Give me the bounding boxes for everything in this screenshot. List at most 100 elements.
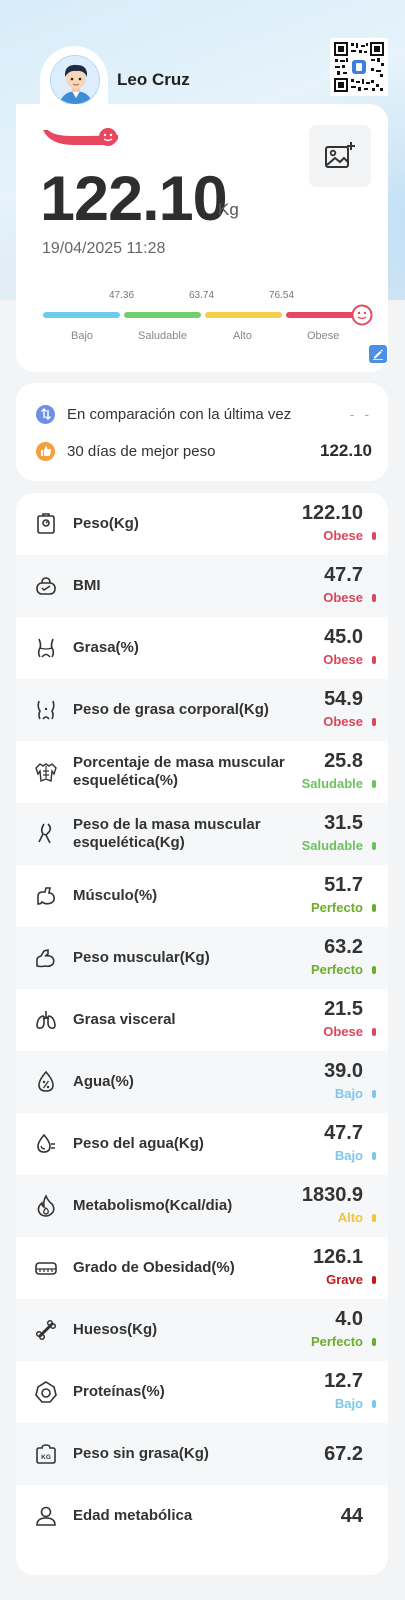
metric-label: Grado de Obesidad(%): [73, 1259, 235, 1276]
qr-code[interactable]: [330, 38, 388, 96]
metric-status: Bajo: [334, 1086, 363, 1101]
metric-row[interactable]: Peso muscular(Kg) 63.2 Perfecto: [16, 927, 388, 989]
metric-row[interactable]: BMI 47.7 Obese: [16, 555, 388, 617]
metric-row[interactable]: Peso del agua(Kg) 47.7 Bajo: [16, 1113, 388, 1175]
metric-status-dot: [372, 1338, 376, 1346]
metric-label: Peso de la masa muscular esquelética(Kg): [73, 816, 261, 851]
metric-status: Perfecto: [310, 962, 363, 977]
metric-label: Grasa(%): [73, 639, 139, 656]
metric-label: Huesos(Kg): [73, 1321, 158, 1338]
metric-row[interactable]: KG Peso sin grasa(Kg) 67.2: [16, 1423, 388, 1485]
metrics-list: Peso(Kg) 122.10 Obese BMI 47.7 Obese Grasa(%) 4…: [16, 493, 388, 1575]
scale-threshold-3: 76.54: [269, 290, 295, 301]
scale-segment-healthy: [124, 312, 201, 318]
compare-arrows-icon: [36, 404, 55, 424]
metric-value: 45.0: [324, 626, 363, 648]
kg-weight-icon: KG: [36, 1444, 56, 1464]
metric-row[interactable]: Peso de la masa muscular esquelética(Kg)…: [16, 803, 388, 865]
user-avatar-icon: [51, 56, 99, 104]
metric-row[interactable]: Metabolismo(Kcal/dia) 1830.9 Alto: [16, 1175, 388, 1237]
metric-status-dot: [372, 1400, 376, 1408]
metric-value: 25.8: [324, 750, 363, 772]
metric-label: Metabolismo(Kcal/dia): [73, 1197, 233, 1214]
metric-value: 39.0: [324, 1060, 363, 1082]
metric-status-dot: [372, 718, 376, 726]
metric-status-dot: [372, 966, 376, 974]
metric-status-dot: [372, 1028, 376, 1036]
metric-value: 44: [340, 1505, 363, 1527]
metric-row[interactable]: Proteínas(%) 12.7 Bajo: [16, 1361, 388, 1423]
metric-status: Saludable: [301, 838, 363, 853]
metric-status: Perfecto: [310, 1334, 363, 1349]
scale-threshold-2: 63.74: [189, 290, 215, 301]
metric-label: Porcentaje de masa muscular esquelética(…: [73, 754, 285, 789]
scale-icon: [37, 513, 55, 534]
compare-last-row[interactable]: En comparación con la última vez - -: [36, 403, 372, 425]
best-weight-label: 30 días de mejor peso: [67, 442, 216, 460]
metric-status-dot: [372, 842, 376, 850]
metric-label: Agua(%): [73, 1073, 134, 1090]
bone-icon: [35, 1319, 57, 1341]
metric-status-dot: [372, 1214, 376, 1222]
metric-value: 12.7: [324, 1370, 363, 1392]
metric-row[interactable]: Porcentaje de masa muscular esquelética(…: [16, 741, 388, 803]
metric-row[interactable]: Peso de grasa corporal(Kg) 54.9 Obese: [16, 679, 388, 741]
metric-row[interactable]: Peso(Kg) 122.10 Obese: [16, 493, 388, 555]
edit-button[interactable]: [369, 345, 387, 363]
torso-muscle-icon: [35, 763, 57, 782]
lungs-icon: [36, 1011, 56, 1029]
avatar[interactable]: [50, 55, 100, 105]
metric-status-dot: [372, 656, 376, 664]
scale-threshold-1: 47.36: [109, 290, 135, 301]
metric-row[interactable]: Agua(%) 39.0 Bajo: [16, 1051, 388, 1113]
thumbs-up-icon: [36, 441, 55, 461]
leg-muscle-icon: [38, 823, 52, 844]
metric-value: 4.0: [335, 1308, 363, 1330]
best-weight-row[interactable]: 30 días de mejor peso 122.10: [36, 440, 372, 462]
metric-row[interactable]: Grasa visceral 21.5 Obese: [16, 989, 388, 1051]
metric-row[interactable]: Grasa(%) 45.0 Obese: [16, 617, 388, 679]
water-weight-icon: [37, 1133, 55, 1153]
add-photo-button[interactable]: [309, 125, 371, 187]
metric-label: Peso de grasa corporal(Kg): [73, 701, 269, 718]
scale-segment-obese: [286, 312, 361, 318]
metric-status: Obese: [323, 714, 363, 729]
metric-label: Músculo(%): [73, 887, 158, 904]
metric-status-dot: [372, 1152, 376, 1160]
metric-row[interactable]: Grado de Obesidad(%) 126.1 Grave: [16, 1237, 388, 1299]
metric-row[interactable]: Edad metabólica 44: [16, 1485, 388, 1547]
body-fat-icon: [37, 700, 55, 720]
scale-segment-low: [43, 312, 120, 318]
metric-value: 31.5: [324, 812, 363, 834]
qr-code-icon: [333, 41, 385, 93]
metric-label: Peso muscular(Kg): [73, 949, 210, 966]
obesity-tape-icon: [35, 1262, 57, 1275]
scale-label-obese: Obese: [307, 330, 340, 342]
compare-last-label: En comparación con la última vez: [67, 405, 292, 423]
arm-muscle-icon: [37, 887, 55, 905]
metric-status: Alto: [337, 1210, 363, 1225]
scale-marker-icon: [351, 304, 373, 326]
metric-row[interactable]: Músculo(%) 51.7 Perfecto: [16, 865, 388, 927]
protein-icon: [35, 1381, 57, 1403]
metric-value: 63.2: [324, 936, 363, 958]
bmi-icon: [36, 577, 56, 595]
metric-status: Bajo: [334, 1148, 363, 1163]
metric-row[interactable]: Huesos(Kg) 4.0 Perfecto: [16, 1299, 388, 1361]
measurement-datetime: 19/04/2025 11:28: [42, 240, 166, 257]
svg-text:KG: KG: [41, 1454, 51, 1461]
metric-label: Peso del agua(Kg): [73, 1135, 204, 1152]
metric-value: 54.9: [324, 688, 363, 710]
metric-status: Bajo: [334, 1396, 363, 1411]
scale-label-low: Bajo: [71, 330, 94, 342]
metric-status: Perfecto: [310, 900, 363, 915]
weight-value: 122.10: [40, 164, 228, 234]
metric-label: Edad metabólica: [73, 1507, 193, 1524]
person-icon: [36, 1506, 56, 1526]
compare-last-value: - -: [349, 406, 372, 422]
scale-label-healthy: Saludable: [138, 330, 187, 342]
metric-value: 21.5: [324, 998, 363, 1020]
user-name: Leo Cruz: [117, 70, 190, 89]
weight-unit: Kg: [218, 200, 239, 219]
best-weight-value: 122.10: [320, 441, 372, 460]
